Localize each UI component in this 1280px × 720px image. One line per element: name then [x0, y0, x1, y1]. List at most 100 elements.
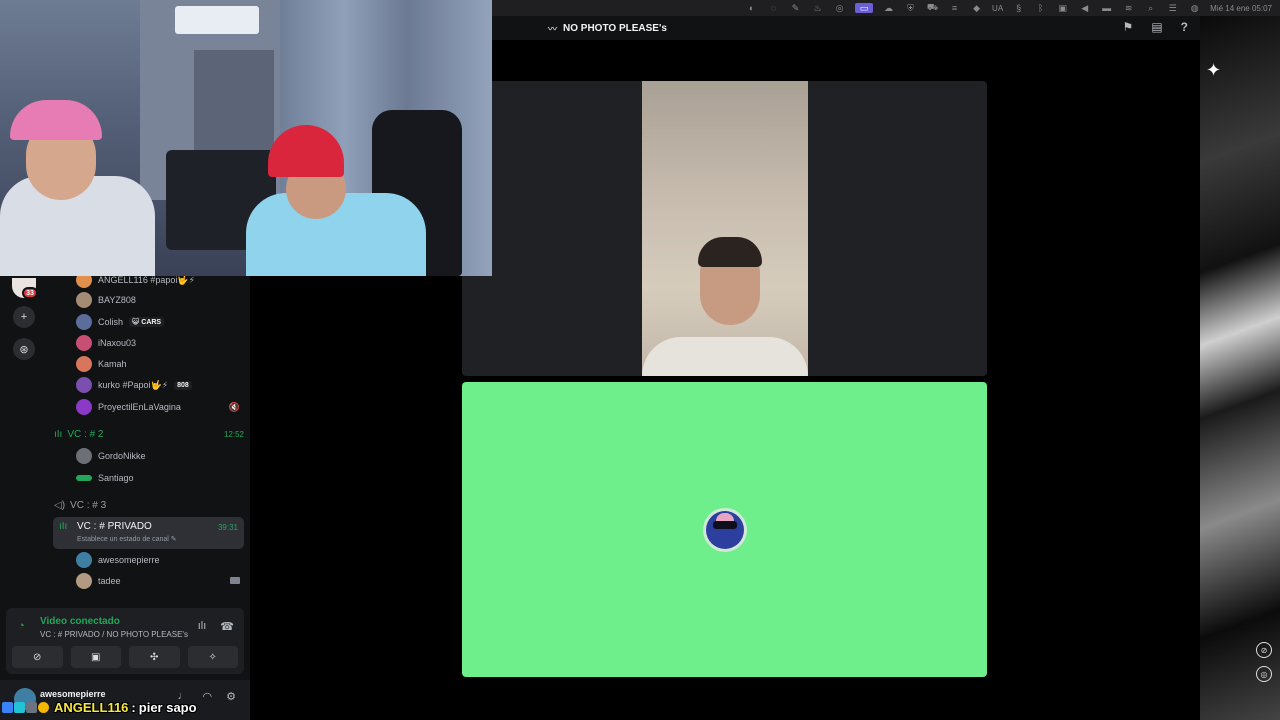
- headphones-icon[interactable]: ◠: [203, 690, 213, 703]
- app-icon[interactable]: ◐: [745, 3, 758, 13]
- soundboard-button[interactable]: ✧: [187, 646, 238, 668]
- avatar: [76, 448, 92, 464]
- edit-icon[interactable]: ✎: [789, 3, 802, 13]
- shield-icon[interactable]: ⛨: [904, 3, 917, 13]
- dashboard-icon[interactable]: ◎: [833, 3, 846, 13]
- no-photo-icon[interactable]: ⊘: [1256, 642, 1272, 658]
- member-name: GordoNikke: [98, 451, 146, 461]
- input-source[interactable]: UA: [992, 4, 1003, 13]
- link-icon[interactable]: §: [1012, 3, 1025, 13]
- member-name: Kamah: [98, 359, 127, 369]
- avatar: [76, 573, 92, 589]
- member-item[interactable]: Kamah: [76, 354, 240, 374]
- channel-timer: 39:31: [217, 523, 238, 532]
- title-actions: ⚑ ▤ ?: [1123, 20, 1188, 34]
- badge-icon: [14, 701, 25, 713]
- settings-gear-icon[interactable]: ⚙: [226, 690, 236, 703]
- voice-channel-vc3[interactable]: ◁) VC : # 3: [54, 495, 244, 515]
- camera-off-button[interactable]: ⊘: [12, 646, 63, 668]
- video-tile-camera[interactable]: [462, 81, 987, 376]
- voice-channel-vc2[interactable]: ıIı VC : # 2 12:52: [54, 424, 244, 444]
- notification-badge: 33: [22, 287, 38, 299]
- connection-channel[interactable]: VC : # PRIVADO / NO PHOTO PLEASE's: [40, 630, 188, 639]
- inbox-icon[interactable]: ▤: [1151, 20, 1162, 34]
- discover-icon[interactable]: ⊛: [13, 338, 35, 360]
- video-tile-speaking[interactable]: [462, 382, 987, 677]
- badge-icon: [26, 701, 37, 713]
- member-item[interactable]: Colish 😺 CARS: [76, 312, 240, 332]
- search-icon[interactable]: ⌕: [1144, 3, 1157, 13]
- chat-text: pier sapo: [138, 699, 197, 715]
- member-item[interactable]: GordoNikke: [76, 446, 240, 466]
- display-icon[interactable]: ▣: [1056, 3, 1069, 13]
- wave-icon[interactable]: ◆: [970, 3, 983, 13]
- member-item[interactable]: iNaxou03: [76, 333, 240, 353]
- person-hair: [698, 237, 762, 267]
- red-cap: [268, 125, 344, 177]
- mute-icon: 🔇: [228, 401, 240, 412]
- channel-timer: 12:52: [223, 429, 244, 439]
- member-name: ProyectilEnLaVagina: [98, 402, 181, 412]
- streamer-person-right: [246, 125, 426, 276]
- user-icon[interactable]: ◍: [1188, 3, 1201, 13]
- server-rail: 33 + ⊛: [0, 276, 48, 616]
- signal-icon: ◔: [18, 620, 25, 632]
- desktop-wallpaper: ✦ ⊘ ◎: [1200, 16, 1280, 720]
- macos-menu-bar: ◐ ◌ ✎ ♨ ◎ ▭ ☁ ⛨ ⛟ ≡ ◆ UA § ᛒ ▣ ◀ ▬ ≋ ⌕ ☰…: [492, 0, 1280, 16]
- camera-icon: [230, 576, 240, 586]
- cloud-icon[interactable]: ☁: [882, 3, 895, 13]
- wifi-icon[interactable]: ≋: [1122, 3, 1135, 13]
- circle-icon[interactable]: ◌: [767, 3, 780, 13]
- voice-active-icon: ıIı: [54, 428, 63, 440]
- screen-icon[interactable]: ▭: [855, 3, 874, 13]
- channel-status[interactable]: Establece un estado de canal ✎: [77, 535, 177, 543]
- menubar-clock[interactable]: Mié 14 ene 05:07: [1210, 4, 1272, 13]
- avatar: [76, 552, 92, 568]
- person-shirt: [642, 337, 808, 376]
- chat-separator: :: [131, 699, 136, 715]
- member-item[interactable]: ProyectilEnLaVagina 🔇: [76, 397, 240, 417]
- discord-title-bar: 〰 NO PHOTO PLEASE's ⚑ ▤ ?: [492, 16, 1200, 40]
- control-center-icon[interactable]: ☰: [1166, 3, 1179, 13]
- volume-icon[interactable]: ◀: [1078, 3, 1091, 13]
- member-item[interactable]: awesomepierre: [76, 550, 240, 570]
- voice-active-icon: ıIı: [59, 521, 68, 532]
- channel-name: VC : # 2: [67, 428, 104, 440]
- battery-icon[interactable]: ▬: [1100, 3, 1113, 13]
- member-item[interactable]: kurko #Papoi🤟⚡ 808: [76, 375, 240, 395]
- noise-suppression-icon[interactable]: ılı: [198, 620, 207, 633]
- screen-share-button[interactable]: ▣: [70, 646, 121, 668]
- add-server-icon[interactable]: +: [13, 306, 35, 328]
- disconnect-icon[interactable]: ☎: [220, 620, 234, 633]
- channel-list: ANGELL116 #papoi🤟⚡ BAYZ808 Colish 😺 CARS…: [48, 272, 250, 608]
- member-name: awesomepierre: [98, 555, 160, 565]
- chat-username: ANGELL116: [54, 699, 129, 715]
- member-name: tadee: [98, 576, 121, 586]
- member-item[interactable]: BAYZ808: [76, 290, 240, 310]
- member-name: kurko #Papoi🤟⚡: [98, 379, 169, 390]
- lines-icon[interactable]: ≡: [948, 3, 961, 13]
- channel-name: VC : # 3: [70, 499, 107, 511]
- voice-channel-private[interactable]: ıIı VC : # PRIVADO Establece un estado d…: [53, 517, 244, 549]
- member-item[interactable]: tadee: [76, 571, 240, 591]
- bluetooth-icon[interactable]: ᛒ: [1034, 3, 1047, 13]
- car-icon[interactable]: ⛟: [926, 2, 939, 13]
- channel-name: VC : # PRIVADO: [77, 521, 152, 532]
- member-name: Colish: [98, 317, 124, 327]
- activities-button[interactable]: ✣: [129, 646, 180, 668]
- avatar: [76, 475, 92, 481]
- screen: ◐ ◌ ✎ ♨ ◎ ▭ ☁ ⛨ ⛟ ≡ ◆ UA § ᛒ ▣ ◀ ▬ ≋ ⌕ ☰…: [0, 0, 1280, 720]
- connection-status: Video conectado: [40, 616, 120, 627]
- member-name: ANGELL116 #papoi🤟⚡: [98, 274, 195, 285]
- member-name: BAYZ808: [98, 295, 136, 305]
- air-conditioner: [175, 6, 259, 34]
- flag-icon[interactable]: ⚑: [1123, 20, 1134, 34]
- member-item[interactable]: Santiago: [76, 468, 240, 488]
- globe-icon[interactable]: ◎: [1256, 666, 1272, 682]
- discord-sidebar: 33 + ⊛ ANGELL116 #papoi🤟⚡ BAYZ808 Colish…: [0, 272, 250, 720]
- fire-icon[interactable]: ♨: [811, 3, 824, 13]
- user-avatar: [703, 508, 747, 552]
- voice-connection-panel: ◔ Video conectado VC : # PRIVADO / NO PH…: [6, 608, 244, 674]
- avatar: [76, 292, 92, 308]
- help-icon[interactable]: ?: [1181, 20, 1188, 34]
